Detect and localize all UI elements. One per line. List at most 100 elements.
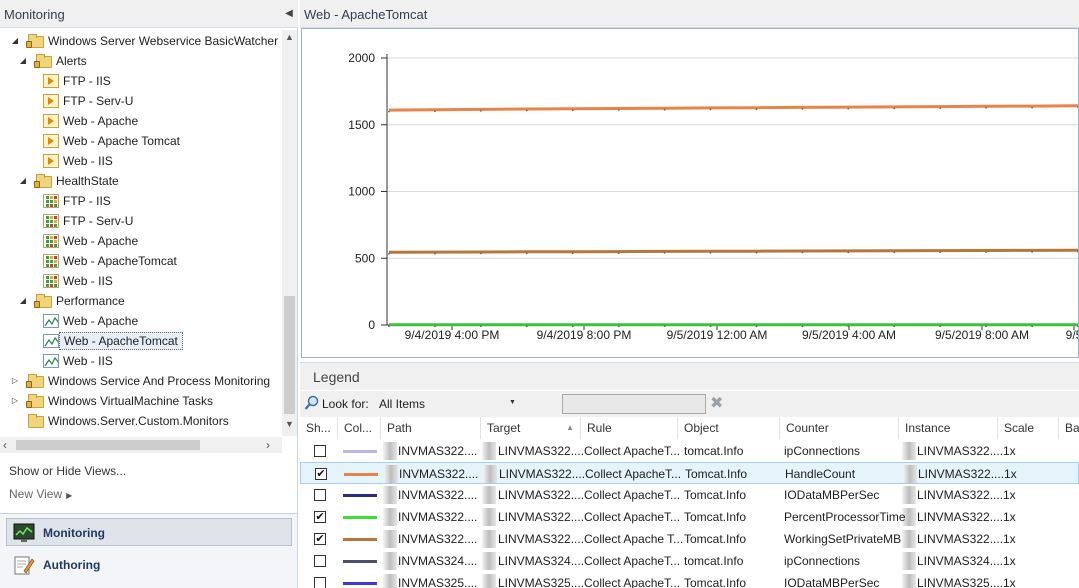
scale-cell: 1x xyxy=(1003,444,1016,458)
tree-node[interactable]: ▷ Windows VirtualMachine Tasks xyxy=(0,391,282,411)
legend-row[interactable]: ✔ INVMAS322.... LINVMAS322.... Collect Apac… xyxy=(300,462,1079,484)
tree-node[interactable]: FTP - Serv-U xyxy=(0,91,282,111)
series-point xyxy=(617,325,620,328)
column-counter-header[interactable]: Counter xyxy=(780,417,899,439)
collapse-arrow-icon[interactable]: ◢ xyxy=(10,31,20,51)
lock-icon xyxy=(34,61,40,68)
tree-vertical-scrollbar[interactable]: ▲ ▼ xyxy=(282,30,297,436)
legend-filter-input[interactable] xyxy=(562,394,706,414)
path-cell: INVMAS322.... xyxy=(398,532,478,546)
collapse-arrow-icon[interactable]: ◢ xyxy=(18,51,28,71)
tree-node[interactable]: FTP - Serv-U xyxy=(0,211,282,231)
column-target-header[interactable]: Target ▲ xyxy=(481,417,581,439)
tree-node-label: Web - IIS xyxy=(63,274,113,288)
series-point xyxy=(434,252,436,255)
tree-node[interactable]: ◢ HealthState xyxy=(0,171,282,191)
column-rule-header[interactable]: Rule xyxy=(581,417,678,439)
tree-node[interactable]: Web - IIS xyxy=(0,151,282,171)
series-point xyxy=(939,251,942,254)
target-cell: LINVMAS322.... xyxy=(498,532,585,546)
column-path-header[interactable]: Path xyxy=(381,417,481,439)
show-checkbox[interactable]: ✔ xyxy=(314,511,326,523)
legend-row[interactable]: ✔ INVMAS322.... LINVMAS322.... Collect Apac… xyxy=(300,528,1079,550)
tree-node[interactable]: Web - ApacheTomcat xyxy=(0,251,282,271)
view-links: Show or Hide Views... New View ▶ xyxy=(0,455,297,515)
column-object-header[interactable]: Object xyxy=(678,417,780,439)
tree-node[interactable]: Web - ApacheTomcat xyxy=(0,331,282,351)
series-point xyxy=(480,325,482,328)
search-icon xyxy=(304,395,319,410)
instance-cell: LINVMAS325.... xyxy=(917,576,1004,588)
collapse-pane-icon[interactable]: ◀ xyxy=(283,8,295,20)
tree-node[interactable]: Windows.Server.Custom.Monitors xyxy=(0,411,282,431)
series-point xyxy=(755,325,758,328)
tree-node[interactable]: FTP - IIS xyxy=(0,191,282,211)
monitoring-icon xyxy=(13,523,35,542)
rule-cell: Collect Apache T... xyxy=(584,532,684,546)
tree-node[interactable]: ◢ Alerts xyxy=(0,51,282,71)
lock-icon xyxy=(26,381,32,388)
clear-filter-icon[interactable]: ✖ xyxy=(710,393,723,413)
legend-row[interactable]: ✔ INVMAS322.... LINVMAS322.... Collect Apac… xyxy=(300,506,1079,528)
column-color-header[interactable]: Col... xyxy=(338,417,381,439)
expand-arrow-icon[interactable]: ▷ xyxy=(10,391,20,411)
scroll-right-icon[interactable]: › xyxy=(266,438,270,452)
legend-row[interactable]: INVMAS322.... LINVMAS322.... Collect Apach… xyxy=(300,440,1079,462)
scroll-left-icon[interactable]: ‹ xyxy=(3,438,7,452)
tree-node[interactable]: Web - Apache xyxy=(0,231,282,251)
show-checkbox[interactable]: ✔ xyxy=(314,533,326,545)
tree-node[interactable]: FTP - IIS xyxy=(0,71,282,91)
series-point xyxy=(755,251,758,254)
expand-arrow-icon[interactable]: ▷ xyxy=(10,371,20,391)
tree-node-label: FTP - Serv-U xyxy=(63,214,134,228)
tree-node[interactable]: Web - IIS xyxy=(0,351,282,371)
show-checkbox[interactable] xyxy=(314,445,326,457)
column-instance-header[interactable]: Instance xyxy=(899,417,998,439)
show-checkbox[interactable] xyxy=(314,489,326,501)
collapse-arrow-icon[interactable]: ◢ xyxy=(18,291,28,311)
wunderbar-authoring-button[interactable]: Authoring xyxy=(6,550,292,578)
tree-node[interactable]: Web - Apache Tomcat xyxy=(0,131,282,151)
series-color-swatch xyxy=(343,538,377,541)
scroll-down-icon[interactable]: ▼ xyxy=(282,419,297,433)
locked-folder-icon xyxy=(26,34,44,48)
redacted-instance xyxy=(902,574,916,588)
show-checkbox[interactable]: ✔ xyxy=(315,468,327,480)
series-color-swatch xyxy=(343,560,377,563)
navigation-pane: Monitoring ◀ ◢ Windows Server Webservice … xyxy=(0,0,298,588)
wunderbar-monitoring-button[interactable]: Monitoring xyxy=(6,518,292,546)
scrollbar-thumb[interactable] xyxy=(284,296,295,414)
legend-row[interactable]: INVMAS325.... LINVMAS325.... Collect Apach… xyxy=(300,572,1079,588)
tree-node[interactable]: Web - Apache xyxy=(0,111,282,131)
scrollbar-thumb[interactable] xyxy=(16,440,200,450)
tree-node[interactable]: ▷ Windows Service And Process Monitoring xyxy=(0,371,282,391)
navigation-pane-header: Monitoring ◀ xyxy=(0,0,298,28)
target-cell: LINVMAS322.... xyxy=(498,488,585,502)
column-base-header[interactable]: Ba xyxy=(1059,417,1079,439)
show-checkbox[interactable] xyxy=(314,577,326,588)
legend-row[interactable]: INVMAS324.... LINVMAS324.... Collect Apach… xyxy=(300,550,1079,572)
series-point xyxy=(388,252,390,255)
new-view-menu[interactable]: New View ▶ xyxy=(9,487,72,501)
legend-filter-bar: Look for: All Items ▼ ✖ xyxy=(300,391,1079,417)
tree-node[interactable]: ◢ Performance xyxy=(0,291,282,311)
look-for-label: Look for: xyxy=(322,397,369,411)
tree-node[interactable]: Web - IIS xyxy=(0,271,282,291)
view-title: Web - ApacheTomcat xyxy=(304,7,428,22)
tree-node[interactable]: ◢ Windows Server Webservice BasicWatcher xyxy=(0,31,282,51)
series-color-swatch xyxy=(343,516,377,519)
column-show-header[interactable]: Sh... xyxy=(300,417,338,439)
lock-icon xyxy=(26,41,32,48)
scroll-up-icon[interactable]: ▲ xyxy=(282,32,297,46)
tree-node[interactable]: Web - Apache xyxy=(0,311,282,331)
collapse-arrow-icon[interactable]: ◢ xyxy=(18,171,28,191)
show-hide-views-link[interactable]: Show or Hide Views... xyxy=(9,464,126,478)
scope-dropdown[interactable]: All Items ▼ xyxy=(375,395,520,413)
lock-icon xyxy=(34,301,40,308)
show-checkbox[interactable] xyxy=(314,555,326,567)
legend-row[interactable]: INVMAS322.... LINVMAS322.... Collect Apach… xyxy=(300,484,1079,506)
column-scale-header[interactable]: Scale xyxy=(998,417,1059,439)
alert-view-icon xyxy=(43,74,59,88)
tree-horizontal-scrollbar[interactable]: ‹ › xyxy=(0,437,282,453)
series-point xyxy=(525,325,528,328)
